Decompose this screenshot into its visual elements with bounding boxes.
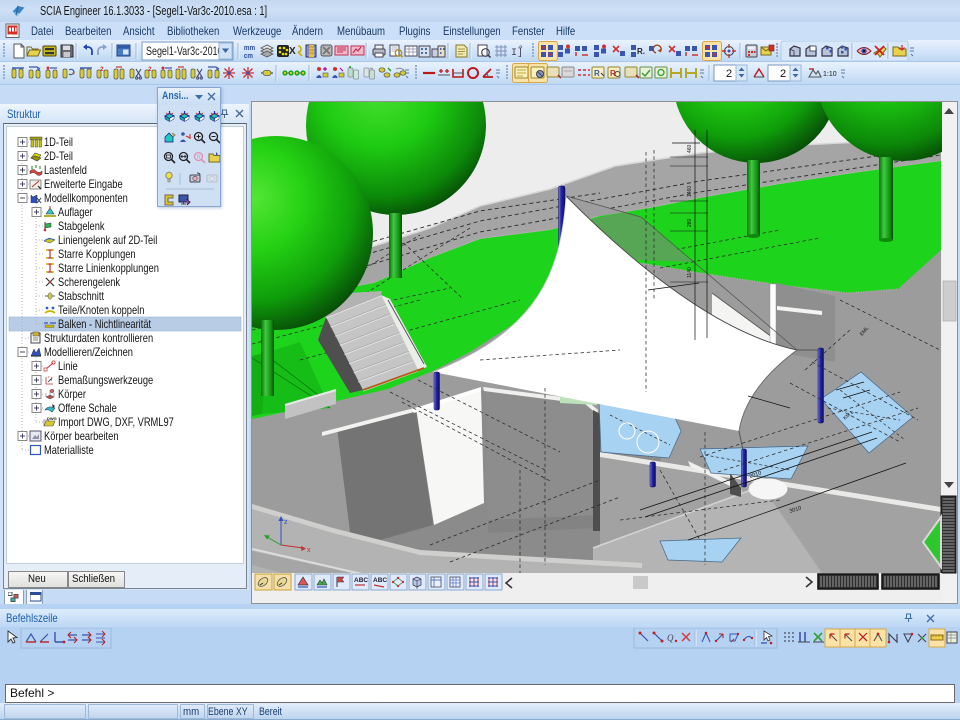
svg-text:Lastenfeld: Lastenfeld: [44, 165, 87, 177]
svg-text:2: 2: [100, 66, 104, 73]
svg-text:R.: R.: [637, 47, 645, 56]
svg-text:Teile/Knoten koppeln: Teile/Knoten koppeln: [58, 305, 145, 317]
svg-text:Offene Schale: Offene Schale: [58, 403, 117, 415]
svg-text:Bemaßungswerkzeuge: Bemaßungswerkzeuge: [58, 375, 153, 387]
svg-text:Linie: Linie: [58, 361, 78, 373]
svg-text:Balken - Nichtlinearität: Balken - Nichtlinearität: [58, 319, 151, 331]
svg-text:1460: 1460: [687, 186, 693, 197]
svg-text:mm: mm: [244, 45, 255, 52]
svg-text:x: x: [307, 547, 311, 554]
svg-text:Modellieren/Zeichnen: Modellieren/Zeichnen: [44, 347, 133, 359]
svg-text:Modellkomponenten: Modellkomponenten: [44, 193, 128, 205]
svg-text:Materialliste: Materialliste: [44, 445, 94, 457]
svg-text:Starre Linienkopplungen: Starre Linienkopplungen: [58, 263, 159, 275]
svg-text:cm: cm: [244, 53, 253, 60]
svg-text:X: X: [289, 46, 296, 57]
svg-text:Körper: Körper: [58, 389, 86, 401]
svg-text:1D-Teil: 1D-Teil: [44, 137, 73, 149]
svg-text:Erweiterte Eingabe: Erweiterte Eingabe: [44, 179, 123, 191]
svg-text:Q: Q: [667, 633, 674, 643]
svg-text:2D-Teil: 2D-Teil: [44, 151, 73, 163]
svg-text:Stabschnitt: Stabschnitt: [58, 291, 104, 303]
svg-text:2: 2: [780, 68, 786, 80]
svg-text:Scherengelenk: Scherengelenk: [58, 277, 121, 289]
svg-text:Import DWG, DXF, VRML97: Import DWG, DXF, VRML97: [58, 417, 174, 429]
svg-text:460: 460: [687, 144, 693, 153]
svg-text:ABC: ABC: [354, 577, 368, 584]
svg-text:z: z: [284, 519, 288, 526]
svg-text:Liniengelenk auf 2D-Teil: Liniengelenk auf 2D-Teil: [58, 235, 157, 247]
svg-text:Auflager: Auflager: [58, 207, 93, 219]
svg-text:Stabgelenk: Stabgelenk: [58, 221, 105, 233]
svg-text:2: 2: [726, 68, 732, 80]
svg-text:Starre Kopplungen: Starre Kopplungen: [58, 249, 136, 261]
svg-text:1:10: 1:10: [823, 71, 837, 78]
svg-text:2: 2: [148, 66, 152, 73]
svg-text:Strukturdaten kontrollieren: Strukturdaten kontrollieren: [44, 333, 153, 345]
svg-text:Körper bearbeiten: Körper bearbeiten: [44, 431, 119, 443]
svg-text:Segel1-Var3c-2010: Segel1-Var3c-2010: [146, 46, 223, 58]
svg-text:R: R: [197, 155, 202, 161]
svg-text:ABC: ABC: [373, 577, 387, 584]
svg-text:1140: 1140: [687, 267, 693, 278]
svg-text:R: R: [594, 69, 600, 78]
svg-text:280: 280: [687, 218, 693, 227]
svg-text:DWG: DWG: [47, 416, 57, 421]
